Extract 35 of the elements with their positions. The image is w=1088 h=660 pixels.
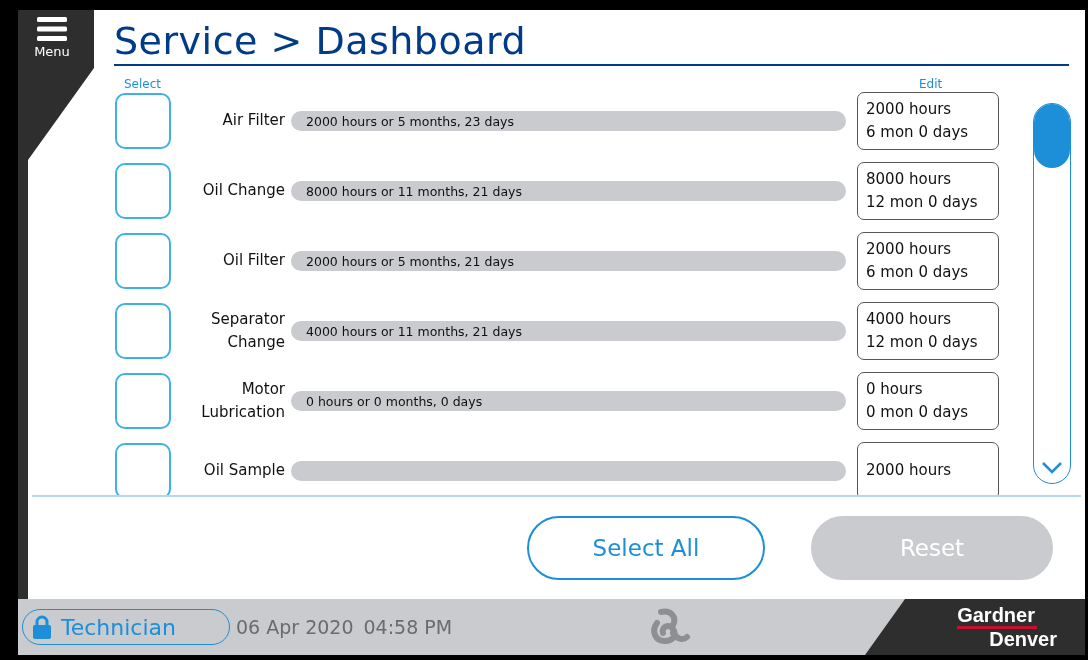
select-checkbox[interactable] — [115, 233, 171, 289]
interval-edit-field[interactable]: 0 hours 0 mon 0 days — [857, 372, 999, 430]
time-text: 04:58 PM — [363, 616, 453, 638]
interval-bar: 4000 hours or 11 months, 21 days — [291, 321, 846, 341]
interval-edit-field[interactable]: 2000 hours 6 mon 0 days — [857, 232, 999, 290]
select-all-button[interactable]: Select All — [527, 516, 765, 580]
task-label: Separator Change — [209, 308, 285, 353]
interval-edit-field[interactable]: 2000 hours 6 mon 0 days — [857, 92, 999, 150]
interval-bar: 8000 hours or 11 months, 21 days — [291, 181, 846, 201]
scrollbar-thumb[interactable] — [1034, 104, 1070, 168]
select-checkbox[interactable] — [115, 93, 171, 149]
date-text: 06 Apr 2020 — [236, 616, 354, 638]
interval-bar: 2000 hours or 5 months, 23 days — [291, 111, 846, 131]
select-checkbox[interactable] — [115, 163, 171, 219]
interval-bar: 2000 hours or 5 months, 21 days — [291, 251, 846, 271]
page-title: Service > Dashboard — [114, 21, 1069, 66]
interval-edit-field[interactable]: 8000 hours 12 mon 0 days — [857, 162, 999, 220]
task-label: Oil Change — [201, 180, 285, 202]
menu-button[interactable]: Menu — [18, 10, 86, 66]
interval-edit-field[interactable]: 2000 hours — [857, 442, 999, 495]
select-column-heading: Select — [124, 77, 162, 91]
brand-logo: Gardner Denver — [865, 599, 1085, 655]
lock-icon — [33, 615, 51, 639]
task-label: Air Filter — [221, 110, 285, 132]
select-checkbox[interactable] — [115, 303, 171, 359]
interval-edit-field[interactable]: 4000 hours 12 mon 0 days — [857, 302, 999, 360]
edit-column-heading: Edit — [919, 77, 943, 91]
select-checkbox[interactable] — [115, 443, 171, 495]
chevron-down-icon — [1041, 461, 1063, 475]
menu-icon — [37, 17, 67, 41]
task-label: Oil Filter — [221, 250, 285, 272]
task-label: Oil Sample — [202, 460, 285, 482]
task-label: Motor Lubrication — [200, 378, 285, 423]
select-checkbox[interactable] — [115, 373, 171, 429]
interval-bar: 0 hours or 0 months, 0 days — [291, 391, 846, 411]
